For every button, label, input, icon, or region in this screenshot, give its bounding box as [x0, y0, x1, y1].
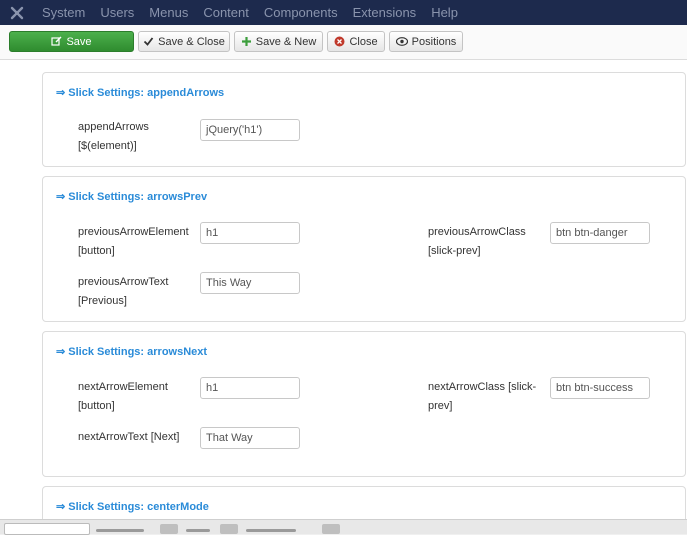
- append-arrows-label: appendArrows [$(element)]: [78, 121, 149, 152]
- panel-append-arrows: ⇒ Slick Settings: appendArrows appendArr…: [42, 72, 686, 167]
- menu-help[interactable]: Help: [431, 0, 458, 25]
- next-arrow-text-input[interactable]: That Way: [200, 427, 300, 449]
- status-bar-item: [96, 529, 144, 532]
- previous-arrow-class-label: previousArrowClass [slick-prev]: [428, 226, 526, 257]
- status-bar-item: [186, 529, 210, 532]
- previous-arrow-text-label: previousArrowText [Previous]: [78, 276, 169, 307]
- next-arrow-element-label: nextArrowElement [button]: [78, 381, 168, 412]
- next-arrow-class-label: nextArrowClass [slick- prev]: [428, 381, 537, 412]
- panel-center-mode: ⇒ Slick Settings: centerMode: [42, 486, 686, 520]
- menu-extensions[interactable]: Extensions: [353, 0, 417, 25]
- joomla-logo-icon[interactable]: [0, 0, 34, 25]
- menu-system[interactable]: System: [42, 0, 85, 25]
- panel-arrows-next: ⇒ Slick Settings: arrowsNext nextArrowEl…: [42, 331, 686, 477]
- close-circle-icon: [334, 36, 345, 47]
- save-button-label: Save: [66, 35, 92, 48]
- check-icon: [143, 36, 154, 47]
- previous-arrow-class-input[interactable]: btn btn-danger: [550, 222, 650, 244]
- panel-title: ⇒ Slick Settings: appendArrows: [56, 87, 225, 99]
- save-close-button-label: Save & Close: [158, 35, 225, 48]
- action-toolbar: Save Save & Close Save & New Close Posit…: [0, 25, 687, 60]
- menu-users[interactable]: Users: [100, 0, 134, 25]
- arrow-right-icon: ⇒: [56, 501, 66, 513]
- close-button[interactable]: Close: [327, 31, 385, 52]
- panel-title: ⇒ Slick Settings: arrowsNext: [56, 346, 208, 358]
- append-arrows-input[interactable]: jQuery('h1'): [200, 119, 300, 141]
- next-arrow-class-input[interactable]: btn btn-success: [550, 377, 650, 399]
- status-bar-item: [246, 529, 296, 532]
- menu-components[interactable]: Components: [264, 0, 338, 25]
- panel-arrows-prev: ⇒ Slick Settings: arrowsPrev previousArr…: [42, 176, 686, 322]
- positions-button-label: Positions: [411, 35, 457, 48]
- top-menu-bar: System Users Menus Content Components Ex…: [0, 0, 687, 25]
- status-bar: [0, 519, 687, 535]
- save-close-button[interactable]: Save & Close: [138, 31, 230, 52]
- panel-title: ⇒ Slick Settings: centerMode: [56, 501, 209, 513]
- positions-button[interactable]: Positions: [389, 31, 463, 52]
- arrow-right-icon: ⇒: [56, 191, 66, 203]
- menu-content[interactable]: Content: [203, 0, 249, 25]
- status-bar-item[interactable]: [4, 523, 90, 535]
- next-arrow-element-input[interactable]: h1: [200, 377, 300, 399]
- previous-arrow-element-label: previousArrowElement [button]: [78, 226, 189, 257]
- close-button-label: Close: [349, 35, 378, 48]
- panel-title: ⇒ Slick Settings: arrowsPrev: [56, 191, 208, 203]
- save-button[interactable]: Save: [9, 31, 134, 52]
- next-arrow-text-label: nextArrowText [Next]: [78, 431, 180, 443]
- edit-icon: [51, 36, 62, 47]
- settings-content: ⇒ Slick Settings: appendArrows appendArr…: [0, 60, 687, 520]
- eye-icon: [395, 37, 408, 46]
- arrow-right-icon: ⇒: [56, 87, 66, 99]
- save-new-button-label: Save & New: [255, 35, 317, 48]
- previous-arrow-element-input[interactable]: h1: [200, 222, 300, 244]
- menu-menus[interactable]: Menus: [149, 0, 188, 25]
- save-new-button[interactable]: Save & New: [234, 31, 323, 52]
- previous-arrow-text-input[interactable]: This Way: [200, 272, 300, 294]
- arrow-right-icon: ⇒: [56, 346, 66, 358]
- plus-icon: [241, 36, 252, 47]
